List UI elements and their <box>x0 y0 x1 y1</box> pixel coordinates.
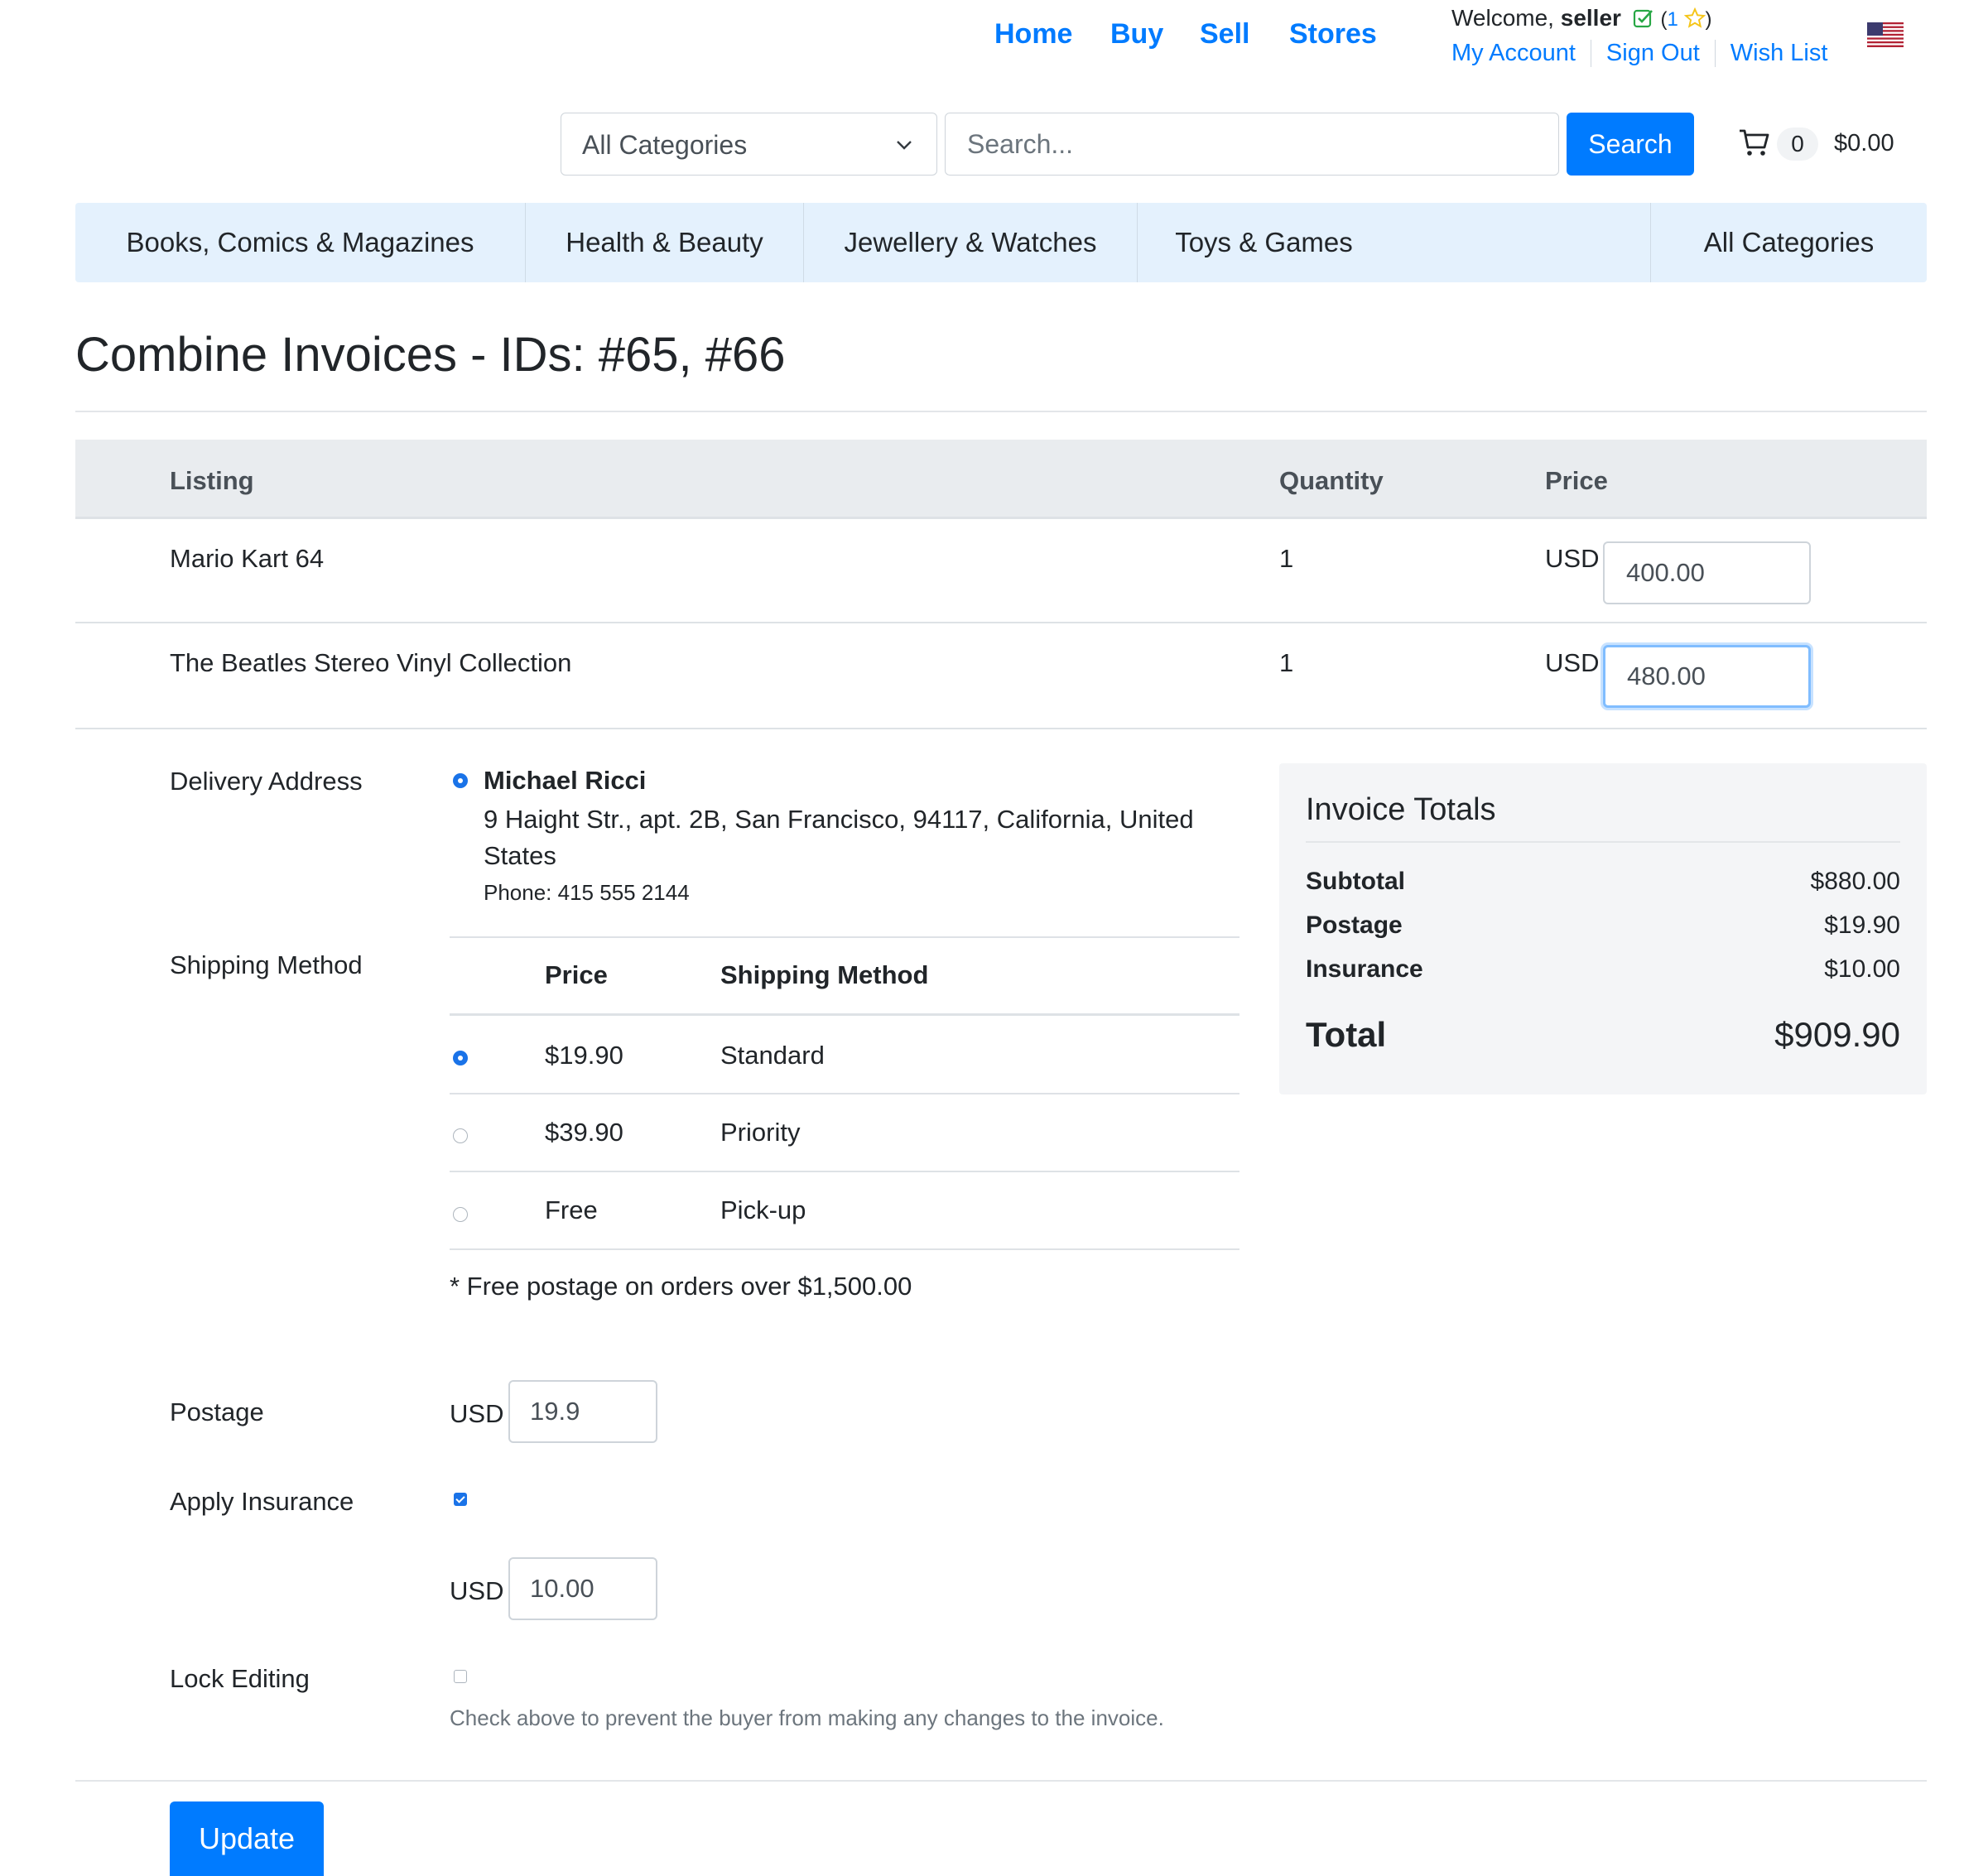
listing-price-input[interactable] <box>1603 645 1811 708</box>
shipping-option-radio[interactable] <box>453 1207 468 1222</box>
welcome-prefix: Welcome, <box>1451 5 1554 31</box>
update-button[interactable]: Update <box>170 1801 324 1876</box>
recipient-phone: Phone: 415 555 2144 <box>484 880 690 905</box>
insurance-input[interactable] <box>508 1557 657 1620</box>
nav-sell-link[interactable]: Sell <box>1200 18 1249 51</box>
wish-list-link[interactable]: Wish List <box>1714 40 1843 67</box>
category-bar: Books, Comics & Magazines Health & Beaut… <box>75 203 1927 282</box>
listing-name: The Beatles Stereo Vinyl Collection <box>170 648 572 677</box>
sign-out-link[interactable]: Sign Out <box>1590 40 1715 67</box>
category-jewellery-watches[interactable]: Jewellery & Watches <box>804 203 1137 282</box>
price-currency: USD <box>1545 648 1600 677</box>
category-select-value: All Categories <box>582 130 748 160</box>
shipping-option-row[interactable]: $19.90 Standard <box>450 1016 1239 1094</box>
subtotal-label: Subtotal <box>1306 868 1405 895</box>
grand-total-label: Total <box>1306 1015 1387 1054</box>
welcome-message: Welcome, seller (1 ) <box>1451 5 1712 35</box>
lock-editing-help: Check above to prevent the buyer from ma… <box>450 1705 1164 1730</box>
username[interactable]: seller <box>1561 5 1621 31</box>
shipping-method-label: Shipping Method <box>170 950 363 979</box>
listings-table-header: Listing Quantity Price <box>75 440 1927 519</box>
postage-label: Postage <box>170 1397 264 1426</box>
shipping-option-method: Standard <box>720 1041 825 1070</box>
account-links: My Account Sign Out Wish List <box>1451 40 1842 67</box>
cart-icon[interactable] <box>1738 126 1771 159</box>
shipping-option-method: Pick-up <box>720 1195 806 1224</box>
category-toys-games[interactable]: Toys & Games <box>1138 203 1390 282</box>
delivery-address-label: Delivery Address <box>170 767 363 796</box>
recipient-name: Michael Ricci <box>484 766 647 795</box>
us-flag-icon[interactable] <box>1867 22 1904 47</box>
price-column-header: Price <box>1545 466 1608 495</box>
grand-total-value: $909.90 <box>1774 1015 1900 1054</box>
divider <box>1306 841 1900 843</box>
lock-editing-label: Lock Editing <box>170 1664 310 1693</box>
table-row: The Beatles Stereo Vinyl Collection 1 US… <box>75 623 1927 729</box>
insurance-total-value: $10.00 <box>1824 955 1900 983</box>
postage-total-label: Postage <box>1306 912 1403 939</box>
shipping-option-row[interactable]: Free Pick-up <box>450 1172 1239 1248</box>
shipping-option-price: Free <box>545 1195 598 1224</box>
shipping-option-radio[interactable] <box>453 1128 468 1143</box>
page-title: Combine Invoices - IDs: #65, #66 <box>75 328 786 382</box>
verified-check-icon <box>1633 7 1654 35</box>
nav-buy-link[interactable]: Buy <box>1110 18 1163 51</box>
shipping-method-header: Shipping Method <box>720 960 929 989</box>
lock-editing-checkbox[interactable] <box>454 1670 467 1683</box>
table-row: Mario Kart 64 1 USD <box>75 519 1927 623</box>
insurance-currency: USD <box>450 1576 504 1605</box>
invoice-totals-panel: Invoice Totals Subtotal $880.00 Postage … <box>1279 763 1927 1094</box>
listing-name: Mario Kart 64 <box>170 544 325 573</box>
apply-insurance-label: Apply Insurance <box>170 1487 354 1516</box>
quantity-column-header: Quantity <box>1279 466 1384 495</box>
listing-quantity: 1 <box>1279 544 1294 573</box>
shipping-option-radio[interactable] <box>453 1051 468 1065</box>
listing-quantity: 1 <box>1279 648 1294 677</box>
postage-input[interactable] <box>508 1380 657 1443</box>
feedback-score[interactable]: (1 ) <box>1660 7 1712 31</box>
listing-price-input[interactable] <box>1603 541 1811 604</box>
cart-count-badge[interactable]: 0 <box>1777 127 1818 161</box>
category-books-comics-magazines[interactable]: Books, Comics & Magazines <box>75 203 525 282</box>
shipping-price-header: Price <box>545 960 608 989</box>
price-currency: USD <box>1545 544 1600 573</box>
category-all[interactable]: All Categories <box>1651 203 1927 282</box>
shipping-option-method: Priority <box>720 1118 801 1147</box>
divider <box>450 1248 1239 1250</box>
search-input[interactable] <box>945 113 1559 176</box>
my-account-link[interactable]: My Account <box>1451 40 1591 67</box>
shipping-option-price: $19.90 <box>545 1041 623 1070</box>
delivery-address-radio[interactable] <box>453 773 468 788</box>
subtotal-value: $880.00 <box>1810 868 1900 895</box>
postage-total-value: $19.90 <box>1824 912 1900 939</box>
delivery-address-text: 9 Haight Str., apt. 2B, San Francisco, 9… <box>484 805 1194 870</box>
free-postage-note: * Free postage on orders over $1,500.00 <box>450 1272 912 1301</box>
shipping-option-price: $39.90 <box>545 1118 623 1147</box>
chevron-down-icon <box>897 141 912 150</box>
divider <box>75 411 1927 412</box>
shipping-option-row[interactable]: $39.90 Priority <box>450 1094 1239 1171</box>
search-button[interactable]: Search <box>1567 113 1694 176</box>
category-health-beauty[interactable]: Health & Beauty <box>526 203 803 282</box>
divider <box>75 1780 1927 1782</box>
nav-home-link[interactable]: Home <box>994 18 1072 51</box>
cart-total[interactable]: $0.00 <box>1834 130 1894 157</box>
postage-currency: USD <box>450 1399 504 1428</box>
insurance-total-label: Insurance <box>1306 955 1423 983</box>
apply-insurance-checkbox[interactable] <box>454 1493 467 1506</box>
divider <box>450 936 1239 938</box>
star-icon <box>1683 7 1706 28</box>
category-select[interactable]: All Categories <box>561 113 937 176</box>
invoice-totals-title: Invoice Totals <box>1306 792 1496 827</box>
feedback-count: 1 <box>1667 8 1678 31</box>
nav-stores-link[interactable]: Stores <box>1289 18 1377 51</box>
listing-column-header: Listing <box>170 466 254 495</box>
